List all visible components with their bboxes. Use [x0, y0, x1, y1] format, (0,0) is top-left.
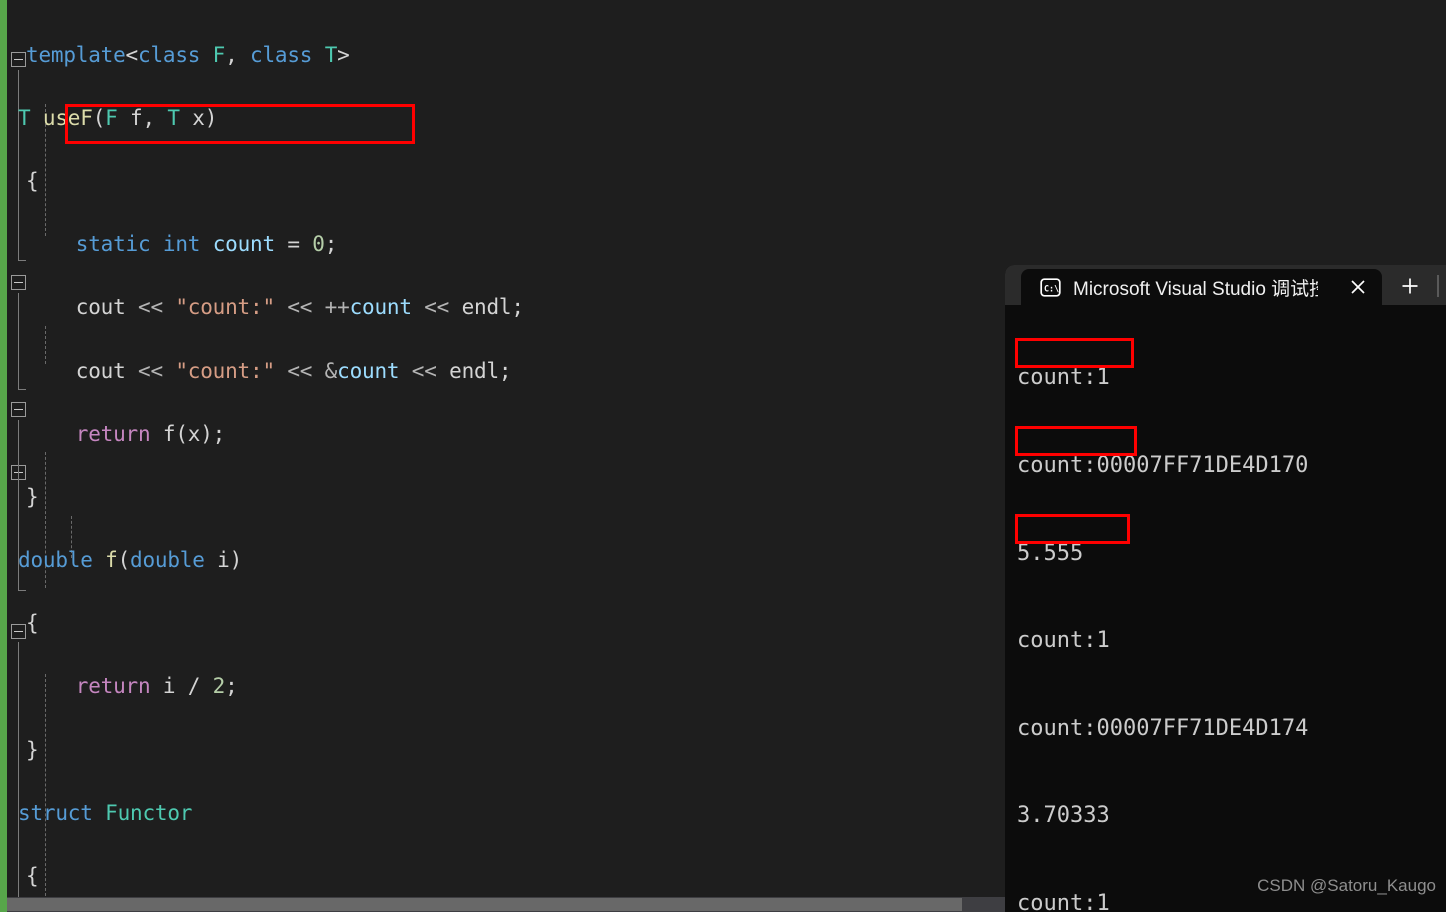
console-line: count:00007FF71DE4D170: [1017, 453, 1309, 478]
code-editor[interactable]: template<class F, class T> T useF(F f, T…: [0, 0, 1010, 912]
console-line: 3.70333: [1017, 803, 1110, 829]
console-line: count:1: [1017, 628, 1110, 654]
console-output[interactable]: count:1 count:00007FF71DE4D170 5.555 cou…: [1005, 305, 1446, 912]
code-line: {: [26, 611, 39, 636]
code-line: template<class F, class T>: [26, 42, 350, 67]
change-indicator-bar: [0, 0, 7, 912]
console-line: count:1: [1017, 365, 1110, 391]
code-line: return f(x);: [75, 421, 226, 446]
code-line: }: [26, 737, 39, 762]
code-text[interactable]: template<class F, class T> T useF(F f, T…: [8, 8, 1010, 912]
console-window[interactable]: C:\ Microsoft Visual Studio 调试控 count:1 …: [1005, 265, 1446, 912]
console-tab-bar: C:\ Microsoft Visual Studio 调试控: [1005, 265, 1446, 305]
console-line: 5.555: [1017, 540, 1084, 566]
code-line: struct Functor: [18, 800, 193, 825]
code-line: cout << "count:" << &count << endl;: [75, 358, 512, 383]
code-line: static int count = 0;: [75, 232, 338, 257]
code-line: T useF(F f, T x): [18, 105, 218, 130]
code-line: return i / 2;: [75, 674, 238, 699]
console-icon: C:\: [1039, 277, 1061, 297]
code-line: {: [26, 864, 39, 889]
code-line: double f(double i): [18, 548, 243, 573]
editor-horizontal-scrollbar[interactable]: [7, 897, 1010, 912]
screenshot-root: template<class F, class T> T useF(F f, T…: [0, 0, 1446, 912]
console-tab-title: Microsoft Visual Studio 调试控: [1073, 278, 1318, 300]
tab-divider: [1437, 275, 1439, 297]
code-line: cout << "count:" << ++count << endl;: [75, 295, 524, 320]
code-line: {: [26, 168, 39, 193]
close-icon[interactable]: [1346, 275, 1370, 299]
svg-text:C:\: C:\: [1044, 283, 1059, 293]
code-line: }: [26, 484, 39, 509]
scrollbar-thumb[interactable]: [7, 898, 962, 911]
console-tab[interactable]: C:\ Microsoft Visual Studio 调试控: [1021, 269, 1382, 305]
watermark: CSDN @Satoru_Kaugo: [1257, 876, 1436, 895]
new-tab-button[interactable]: [1393, 271, 1427, 301]
console-line: count:00007FF71DE4D174: [1017, 715, 1309, 741]
